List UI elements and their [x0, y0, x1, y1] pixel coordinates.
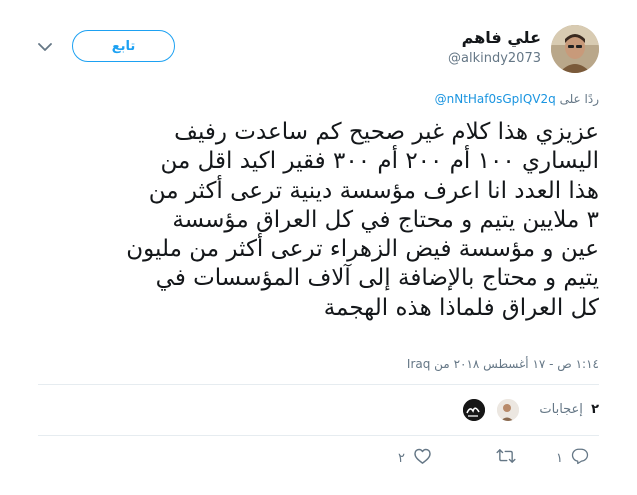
author-info: علي فاهم @alkindy2073: [448, 28, 541, 66]
author-photo: [551, 25, 599, 73]
heart-icon: [413, 447, 432, 469]
like-count: ٢: [398, 450, 405, 466]
reply-button[interactable]: ١: [556, 448, 589, 468]
tweet-timestamp[interactable]: ١:١٤ ص - ١٧ أغسطس ٢٠١٨ من Iraq: [407, 357, 599, 371]
tweet-text: عزيزي هذا كلام غير صحيح كم ساعدت رفيف ال…: [126, 119, 599, 321]
like-button[interactable]: ٢: [398, 448, 432, 468]
likers-avatars: [462, 398, 522, 422]
liker-avatar[interactable]: [496, 398, 520, 422]
liker-avatar[interactable]: [462, 398, 486, 422]
likes-stat[interactable]: ٢ إعجابات: [539, 402, 599, 417]
reply-icon: [571, 447, 589, 469]
author-avatar[interactable]: [551, 25, 599, 73]
tweet-card: علي فاهم @alkindy2073 تابع ردًا على @nNt…: [0, 0, 637, 495]
likes-label: إعجابات: [539, 402, 583, 417]
divider: [38, 384, 599, 385]
likes-count: ٢: [591, 402, 599, 417]
retweet-icon: [496, 447, 516, 469]
chevron-down-icon[interactable]: [38, 40, 52, 54]
follow-button[interactable]: تابع: [72, 30, 175, 62]
reply-context-prefix: ردًا على: [559, 92, 599, 106]
reply-context-handle[interactable]: @nNtHaf0sGpIQV2q: [435, 92, 556, 106]
reply-count: ١: [556, 450, 563, 466]
author-handle[interactable]: @alkindy2073: [448, 51, 541, 66]
divider: [38, 435, 599, 436]
reply-context: ردًا على @nNtHaf0sGpIQV2q: [435, 92, 599, 106]
retweet-button[interactable]: [496, 448, 516, 468]
author-name[interactable]: علي فاهم: [448, 28, 541, 48]
